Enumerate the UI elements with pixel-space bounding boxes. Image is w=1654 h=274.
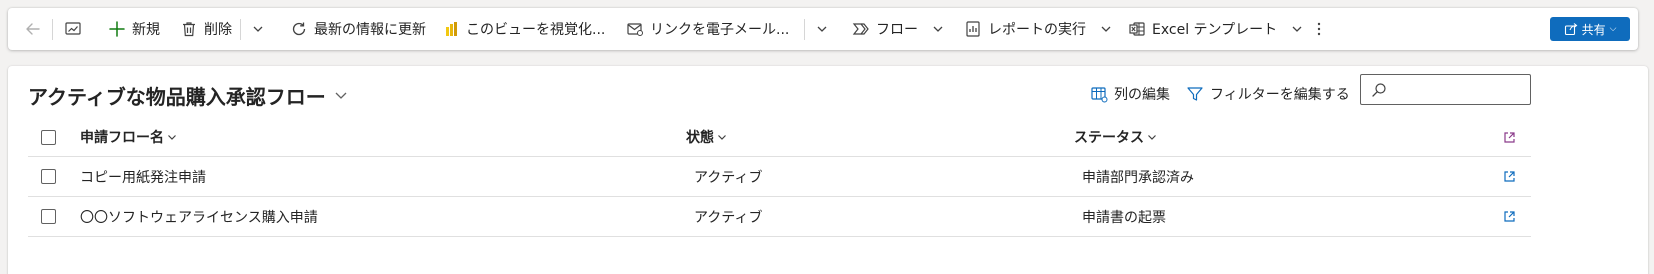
run-report-label: レポートの実行 [988, 22, 1086, 38]
records-grid: 申請フロー名 状態 ステータス コピー用紙発注申請 アクティブ 申請部門承認済み [28, 118, 1531, 237]
open-record-button[interactable] [1503, 197, 1516, 236]
command-bar: 新規 削除 最新の情報に更新 このビューを視覚化... リンクを電子メール... [8, 8, 1638, 50]
open-record-icon [1504, 171, 1515, 182]
open-record-icon [1504, 131, 1515, 143]
flow-button[interactable]: フロー [852, 8, 944, 50]
chevron-down-icon [253, 26, 263, 32]
chevron-down-icon [1147, 132, 1157, 142]
toolbar-divider [240, 19, 241, 40]
row-checkbox-cell [41, 197, 56, 236]
row-checkbox[interactable] [41, 209, 56, 224]
open-record-icon [1504, 211, 1515, 222]
more-vertical-icon [1310, 20, 1328, 38]
chart-icon [64, 20, 82, 38]
column-header-flow-name[interactable]: 申請フロー名 [80, 118, 177, 156]
visualize-button[interactable]: このビューを視覚化... [442, 8, 605, 50]
column-header-status[interactable]: ステータス [1074, 118, 1157, 156]
column-header-state[interactable]: 状態 [686, 118, 727, 156]
table-row[interactable]: コピー用紙発注申請 アクティブ 申請部門承認済み [28, 157, 1531, 197]
delete-label: 削除 [204, 22, 232, 38]
email-more-dropdown[interactable] [816, 8, 828, 50]
select-all-checkbox[interactable] [41, 129, 56, 145]
cell-state: アクティブ [694, 169, 763, 186]
search-input[interactable] [1393, 82, 1523, 97]
mail-link-icon [626, 20, 644, 38]
chevron-down-icon [1291, 23, 1303, 35]
cell-status: 申請部門承認済み [1082, 169, 1194, 186]
filter-icon [1187, 87, 1203, 101]
refresh-icon [290, 20, 308, 38]
report-icon [964, 20, 982, 38]
share-button[interactable]: 共有 ⌵ [1550, 17, 1630, 41]
powerbi-icon [442, 20, 460, 38]
arrow-left-icon [24, 20, 42, 38]
chevron-down-icon: ⌵ [1609, 24, 1617, 34]
excel-template-label: Excel テンプレート [1152, 22, 1278, 38]
share-icon [1564, 23, 1577, 36]
delete-button[interactable]: 削除 [180, 8, 232, 50]
back-button[interactable] [24, 8, 42, 50]
chevron-down-icon [334, 88, 348, 102]
table-row[interactable]: 〇〇ソフトウェアライセンス購入申請 アクティブ 申請書の起票 [28, 197, 1531, 237]
refresh-label: 最新の情報に更新 [314, 22, 426, 38]
email-link-label: リンクを電子メール... [650, 22, 790, 38]
view-selector[interactable]: アクティブな物品購入承認フロー [28, 80, 348, 110]
visualize-label: このビューを視覚化... [466, 22, 606, 38]
flow-label: フロー [876, 22, 918, 38]
chevron-down-icon [1100, 23, 1112, 35]
edit-columns-icon [1091, 87, 1108, 103]
show-chart-button[interactable] [64, 8, 82, 50]
chevron-down-icon [167, 132, 177, 142]
delete-more-dropdown[interactable] [252, 8, 264, 50]
grid-header-row: 申請フロー名 状態 ステータス [28, 118, 1531, 157]
trash-icon [180, 20, 198, 38]
share-label: 共有 [1581, 22, 1606, 37]
view-title: アクティブな物品購入承認フロー [28, 84, 326, 109]
toolbar-divider [804, 19, 805, 40]
column-header-label: 状態 [686, 130, 714, 146]
column-header-label: ステータス [1074, 130, 1144, 146]
search-box[interactable] [1360, 74, 1531, 105]
cell-state: アクティブ [694, 209, 763, 226]
row-checkbox[interactable] [41, 169, 56, 184]
view-panel: アクティブな物品購入承認フロー 列の編集 フィルターを編集する 申請フロー名 状… [8, 66, 1648, 274]
search-icon [1372, 82, 1386, 97]
more-commands-button[interactable] [1310, 8, 1328, 50]
edit-filters-button[interactable]: フィルターを編集する [1186, 80, 1350, 108]
chevron-down-icon [932, 23, 944, 35]
select-all-checkbox-cell [41, 118, 56, 156]
edit-columns-label: 列の編集 [1114, 87, 1170, 103]
excel-template-button[interactable]: Excel テンプレート [1128, 8, 1303, 50]
open-in-new-window-button[interactable] [1503, 118, 1516, 156]
row-checkbox-cell [41, 157, 56, 196]
flow-icon [852, 20, 870, 38]
open-record-button[interactable] [1503, 157, 1516, 196]
excel-template-icon [1128, 20, 1146, 38]
edit-columns-button[interactable]: 列の編集 [1090, 80, 1170, 108]
run-report-button[interactable]: レポートの実行 [964, 8, 1112, 50]
email-link-button[interactable]: リンクを電子メール... [626, 8, 789, 50]
refresh-button[interactable]: 最新の情報に更新 [290, 8, 426, 50]
cell-status: 申請書の起票 [1082, 209, 1166, 226]
cell-flow-name[interactable]: コピー用紙発注申請 [80, 157, 206, 196]
chevron-down-icon [717, 132, 727, 142]
edit-filters-label: フィルターを編集する [1210, 87, 1350, 103]
new-button[interactable]: 新規 [108, 8, 160, 50]
chevron-down-icon [817, 26, 827, 32]
toolbar-divider [52, 19, 53, 40]
plus-icon [108, 20, 126, 38]
cell-flow-name[interactable]: 〇〇ソフトウェアライセンス購入申請 [80, 197, 318, 236]
column-header-label: 申請フロー名 [80, 130, 164, 146]
new-label: 新規 [132, 22, 160, 38]
